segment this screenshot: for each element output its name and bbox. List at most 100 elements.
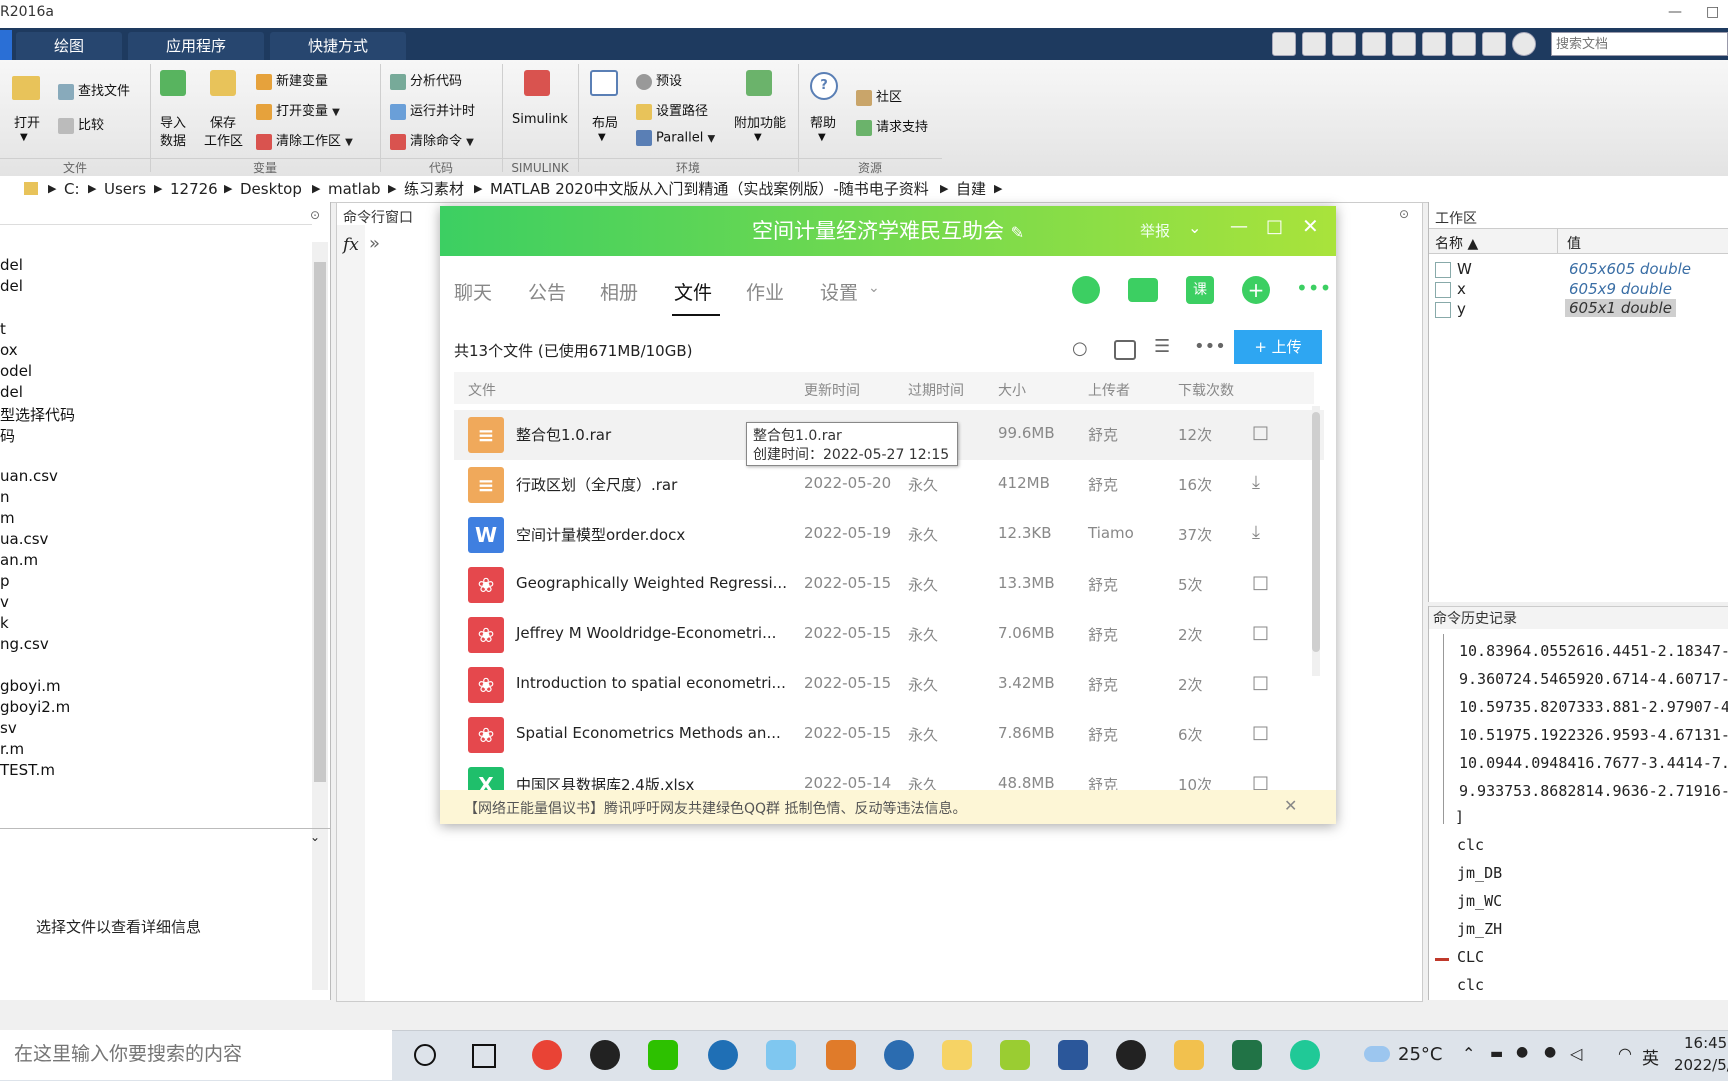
fx-icon[interactable]: fx bbox=[343, 235, 359, 255]
addons-dropdown-icon[interactable]: ▼ bbox=[754, 132, 762, 143]
battery-icon[interactable]: ▬ bbox=[1490, 1046, 1503, 1062]
file-explorer-icon[interactable] bbox=[1174, 1040, 1204, 1070]
file-list-item[interactable]: p bbox=[0, 572, 10, 590]
path-segment[interactable]: 12726 bbox=[170, 176, 218, 202]
file-list-item[interactable]: odel bbox=[0, 362, 32, 380]
history-entry[interactable]: 10.51975.1922326.9593-4.67131- bbox=[1459, 726, 1728, 744]
weather-icon[interactable] bbox=[1364, 1046, 1390, 1062]
file-row[interactable]: ❀ Spatial Econometrics Methods an... 2022-… bbox=[454, 710, 1324, 760]
excel-icon[interactable] bbox=[1232, 1040, 1262, 1070]
voice-call-icon[interactable] bbox=[1072, 276, 1100, 304]
save-label[interactable]: 保存 bbox=[210, 112, 236, 131]
browser-icon[interactable] bbox=[708, 1040, 738, 1070]
run-and-time-button[interactable]: 运行并计时 bbox=[390, 100, 475, 120]
file-list-item[interactable]: del bbox=[0, 277, 23, 295]
file-list-item[interactable]: TEST.m bbox=[0, 761, 55, 779]
scrollbar-thumb[interactable] bbox=[1312, 412, 1320, 652]
tab-settings[interactable]: 设置 bbox=[820, 278, 858, 305]
file-list-item[interactable]: m bbox=[0, 509, 15, 527]
open-folder-icon[interactable]: □ bbox=[1252, 572, 1269, 593]
cortana-icon[interactable] bbox=[414, 1044, 436, 1066]
path-segment[interactable]: 练习素材 bbox=[404, 176, 464, 202]
file-list-item[interactable]: del bbox=[0, 383, 23, 401]
header-updated[interactable]: 更新时间 bbox=[804, 380, 860, 400]
scrollbar-vertical[interactable] bbox=[312, 242, 328, 990]
qq-icon[interactable] bbox=[590, 1040, 620, 1070]
open-dropdown-icon[interactable]: ▼ bbox=[20, 132, 28, 143]
video-call-icon[interactable] bbox=[1128, 278, 1158, 302]
clear-commands-button[interactable]: 清除命令 ▼ bbox=[390, 130, 474, 150]
maximize-icon[interactable]: □ bbox=[1266, 216, 1283, 237]
more-icon[interactable]: ••• bbox=[1194, 336, 1226, 357]
wechat-tray-icon[interactable]: ● bbox=[1516, 1044, 1528, 1060]
simulink-icon[interactable] bbox=[524, 70, 550, 96]
simulink-button[interactable]: Simulink bbox=[512, 112, 568, 127]
chevron-down-icon[interactable]: ⌄ bbox=[1188, 218, 1201, 237]
recorder-icon[interactable] bbox=[1116, 1040, 1146, 1070]
panel-menu-icon[interactable]: ⊙ bbox=[1399, 207, 1409, 221]
header-uploader[interactable]: 上传者 bbox=[1088, 380, 1130, 400]
history-command[interactable]: clc bbox=[1457, 976, 1484, 994]
temperature[interactable]: 25°C bbox=[1398, 1044, 1442, 1065]
copy-icon[interactable] bbox=[1362, 32, 1386, 56]
inbox-icon[interactable] bbox=[1114, 340, 1136, 360]
wifi-icon[interactable]: ◠ bbox=[1618, 1044, 1632, 1063]
help-icon[interactable] bbox=[1512, 32, 1536, 56]
chrome-icon[interactable] bbox=[532, 1040, 562, 1070]
history-command[interactable]: clc bbox=[1457, 836, 1484, 854]
download-icon[interactable]: ⤓ bbox=[1252, 522, 1260, 543]
class-icon[interactable]: 课 bbox=[1186, 276, 1214, 304]
path-segment[interactable]: MATLAB 2020中文版从入门到精通（实战案例版）-随书电子资料 bbox=[490, 176, 929, 202]
history-entry[interactable]: 9.360724.5465920.6714-4.60717- bbox=[1459, 670, 1728, 688]
find-files-button[interactable]: 查找文件 bbox=[58, 80, 130, 100]
file-list-item[interactable]: uan.csv bbox=[0, 467, 58, 485]
close-icon[interactable]: ✕ bbox=[1302, 214, 1319, 238]
matlab-icon[interactable] bbox=[826, 1040, 856, 1070]
clock-date[interactable]: 2022/5/ bbox=[1674, 1056, 1728, 1074]
addons-button[interactable]: 附加功能 bbox=[734, 112, 786, 131]
col-name-header[interactable]: 名称 ▲ bbox=[1435, 233, 1478, 253]
save-workspace-icon[interactable] bbox=[210, 70, 236, 96]
paste-icon[interactable] bbox=[1392, 32, 1416, 56]
history-entry[interactable]: 10.0944.0948416.7677-3.4414-7. bbox=[1459, 754, 1728, 772]
notes-icon[interactable] bbox=[1290, 1040, 1320, 1070]
file-row[interactable]: ❀ Introduction to spatial econometri... 20… bbox=[454, 660, 1324, 710]
tab-files[interactable]: 文件 bbox=[674, 278, 712, 305]
tab-album[interactable]: 相册 bbox=[600, 278, 638, 305]
file-list-item[interactable]: sv bbox=[0, 719, 17, 737]
open-folder-icon[interactable] bbox=[12, 76, 40, 100]
add-icon[interactable]: + bbox=[1242, 276, 1270, 304]
chevron-up-icon[interactable]: ⌃ bbox=[1462, 1044, 1475, 1063]
save-label-2[interactable]: 工作区 bbox=[204, 130, 243, 149]
list-view-icon[interactable]: ☰ bbox=[1154, 336, 1170, 357]
doc-search-input[interactable] bbox=[1551, 32, 1728, 56]
path-segment[interactable]: Users bbox=[104, 176, 146, 202]
r-icon[interactable] bbox=[884, 1040, 914, 1070]
upload-button[interactable]: + 上传 bbox=[1234, 330, 1322, 364]
home-tab-edge[interactable] bbox=[0, 30, 12, 60]
header-expire[interactable]: 过期时间 bbox=[908, 380, 964, 400]
header-downloads[interactable]: 下载次数 bbox=[1178, 380, 1234, 400]
tab-shortcuts[interactable]: 快捷方式 bbox=[270, 32, 406, 60]
path-segment[interactable]: 自建 bbox=[956, 176, 986, 202]
file-list-item[interactable]: n bbox=[0, 488, 10, 506]
parallel-button[interactable]: Parallel ▼ bbox=[636, 130, 715, 146]
help-icon[interactable]: ? bbox=[810, 72, 838, 100]
windows-search-input[interactable] bbox=[0, 1030, 392, 1080]
file-row[interactable]: ❀ Geographically Weighted Regressi... 2022… bbox=[454, 560, 1324, 610]
file-list-item[interactable]: gboyi2.m bbox=[0, 698, 70, 716]
open-folder-icon[interactable]: □ bbox=[1252, 672, 1269, 693]
report-button[interactable]: 举报 bbox=[1140, 220, 1170, 241]
file-list-item[interactable]: k bbox=[0, 614, 9, 632]
python-icon[interactable] bbox=[942, 1040, 972, 1070]
file-list-item[interactable]: an.m bbox=[0, 551, 38, 569]
file-list-item[interactable]: gboyi.m bbox=[0, 677, 61, 695]
redo-icon[interactable] bbox=[1452, 32, 1476, 56]
path-segment[interactable]: Desktop bbox=[240, 176, 302, 202]
file-list-item[interactable]: ox bbox=[0, 341, 18, 359]
new-icon[interactable] bbox=[1272, 32, 1296, 56]
history-command[interactable]: jm_ZH bbox=[1457, 920, 1502, 938]
file-list-item[interactable]: ng.csv bbox=[0, 635, 49, 653]
edit-icon[interactable]: ✎ bbox=[1011, 223, 1024, 242]
file-row[interactable]: ❀ Jeffrey M Wooldridge-Econometri... 2022-… bbox=[454, 610, 1324, 660]
